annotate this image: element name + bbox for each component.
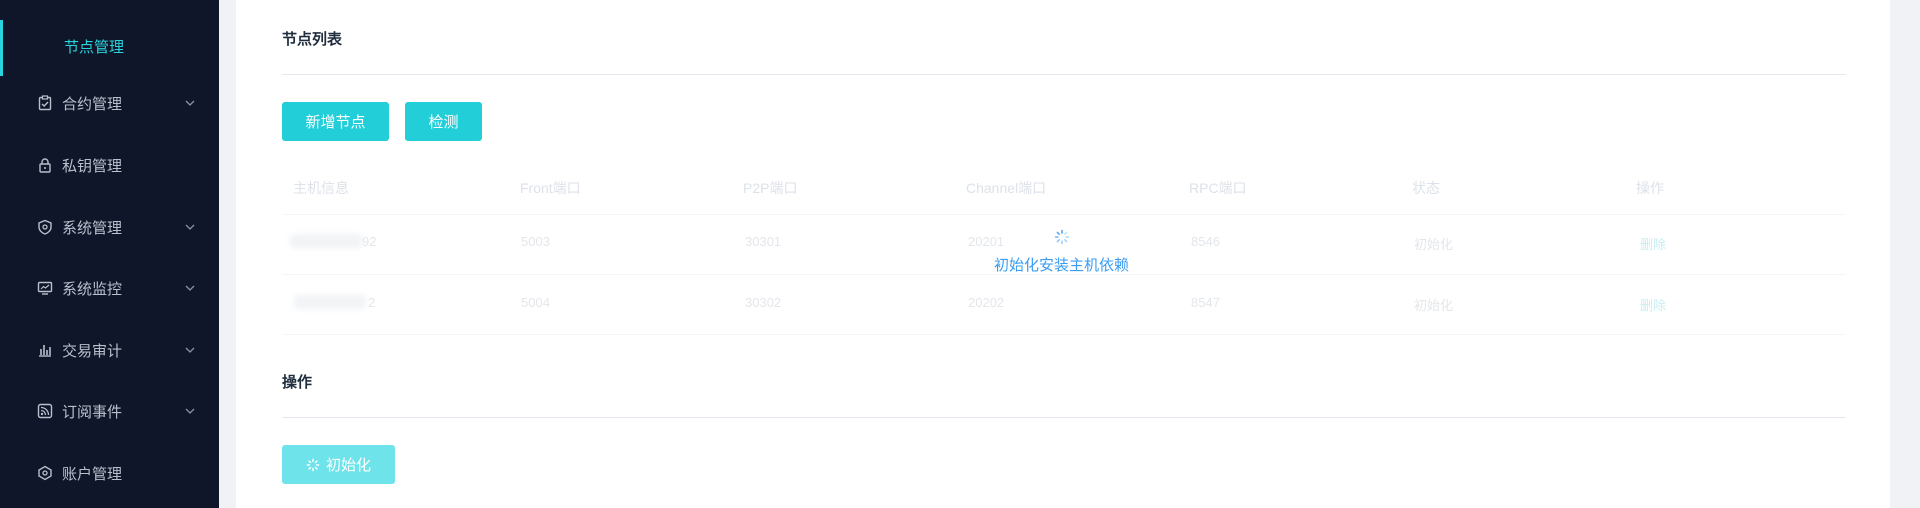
front-port: 5004 bbox=[521, 295, 550, 310]
sidebar-item-label: 系统监控 bbox=[62, 280, 123, 298]
divider bbox=[282, 74, 1846, 75]
sidebar-item-label: 系统管理 bbox=[62, 219, 123, 237]
delete-link[interactable]: 删除 bbox=[1640, 295, 1666, 314]
loading-text: 初始化安装主机依赖 bbox=[994, 257, 1130, 274]
chevron-down-icon bbox=[185, 224, 195, 230]
divider bbox=[282, 417, 1846, 418]
sidebar: 节点管理 合约管理 私钥管理 系统管理 系统监控 交易审计 订阅事件 账户管理 bbox=[0, 0, 219, 508]
channel-port: 20201 bbox=[968, 234, 1005, 249]
loading-spinner-icon bbox=[1054, 229, 1070, 245]
sidebar-item-label: 交易审计 bbox=[62, 342, 123, 360]
host-info-suffix: 92 bbox=[362, 234, 377, 249]
rpc-port: 8547 bbox=[1191, 295, 1220, 310]
column-header: 状态 bbox=[1412, 180, 1440, 196]
add-node-button[interactable]: 新增节点 bbox=[282, 102, 389, 141]
rss-icon bbox=[36, 402, 54, 420]
chevron-down-icon bbox=[185, 408, 195, 414]
front-port: 5003 bbox=[521, 234, 550, 249]
bar-chart-icon bbox=[36, 341, 54, 359]
status: 初始化 bbox=[1414, 237, 1454, 252]
column-header: Channel端口 bbox=[966, 180, 1047, 196]
sidebar-item-contract-management[interactable]: 合约管理 bbox=[0, 79, 219, 127]
status: 初始化 bbox=[1414, 298, 1454, 313]
chevron-down-icon bbox=[185, 100, 195, 106]
sidebar-item-system-management[interactable]: 系统管理 bbox=[0, 203, 219, 251]
monitor-chart-icon bbox=[36, 279, 54, 297]
sidebar-item-system-monitor[interactable]: 系统监控 bbox=[0, 264, 219, 312]
initialize-button[interactable]: 初始化 bbox=[282, 445, 395, 484]
host-info-suffix: 2 bbox=[368, 295, 376, 310]
initialize-button-label: 初始化 bbox=[325, 457, 371, 474]
sidebar-item-account-management[interactable]: 账户管理 bbox=[0, 449, 219, 497]
chevron-down-icon bbox=[185, 285, 195, 291]
sidebar-item-node-management[interactable]: 节点管理 bbox=[0, 20, 219, 76]
node-table: 主机信息 Front端口 P2P端口 Channel端口 RPC端口 状态 操作… bbox=[282, 170, 1846, 336]
column-header: 操作 bbox=[1636, 180, 1664, 196]
p2p-port: 30301 bbox=[745, 234, 782, 249]
clipboard-check-icon bbox=[36, 94, 54, 112]
operations-title: 操作 bbox=[282, 374, 313, 391]
host-info-redacted bbox=[294, 295, 366, 309]
sidebar-item-label: 账户管理 bbox=[62, 465, 123, 483]
chevron-down-icon bbox=[185, 347, 195, 353]
rpc-port: 8546 bbox=[1191, 234, 1220, 249]
check-button[interactable]: 检测 bbox=[405, 102, 482, 141]
sidebar-item-label: 私钥管理 bbox=[62, 157, 123, 175]
row-divider bbox=[282, 334, 1846, 335]
node-list-title: 节点列表 bbox=[282, 31, 343, 48]
sidebar-item-label: 合约管理 bbox=[62, 95, 123, 113]
sidebar-item-key-management[interactable]: 私钥管理 bbox=[0, 141, 219, 189]
column-header: RPC端口 bbox=[1189, 180, 1247, 196]
column-header: 主机信息 bbox=[293, 180, 349, 196]
sidebar-item-transaction-audit[interactable]: 交易审计 bbox=[0, 326, 219, 374]
column-header: Front端口 bbox=[520, 180, 581, 196]
active-indicator bbox=[0, 20, 3, 76]
row-divider bbox=[282, 214, 1846, 215]
delete-link[interactable]: 删除 bbox=[1640, 234, 1666, 253]
host-info-redacted bbox=[290, 234, 362, 248]
column-header: P2P端口 bbox=[743, 180, 798, 196]
channel-port: 20202 bbox=[968, 295, 1005, 310]
p2p-port: 30302 bbox=[745, 295, 782, 310]
sidebar-item-label: 节点管理 bbox=[64, 38, 125, 56]
sidebar-item-label: 订阅事件 bbox=[62, 403, 123, 421]
loading-spinner-icon bbox=[306, 458, 320, 471]
shield-icon bbox=[36, 218, 54, 236]
lock-icon bbox=[36, 156, 54, 174]
sidebar-item-subscribe-events[interactable]: 订阅事件 bbox=[0, 387, 219, 435]
hexagon-icon bbox=[36, 464, 54, 482]
